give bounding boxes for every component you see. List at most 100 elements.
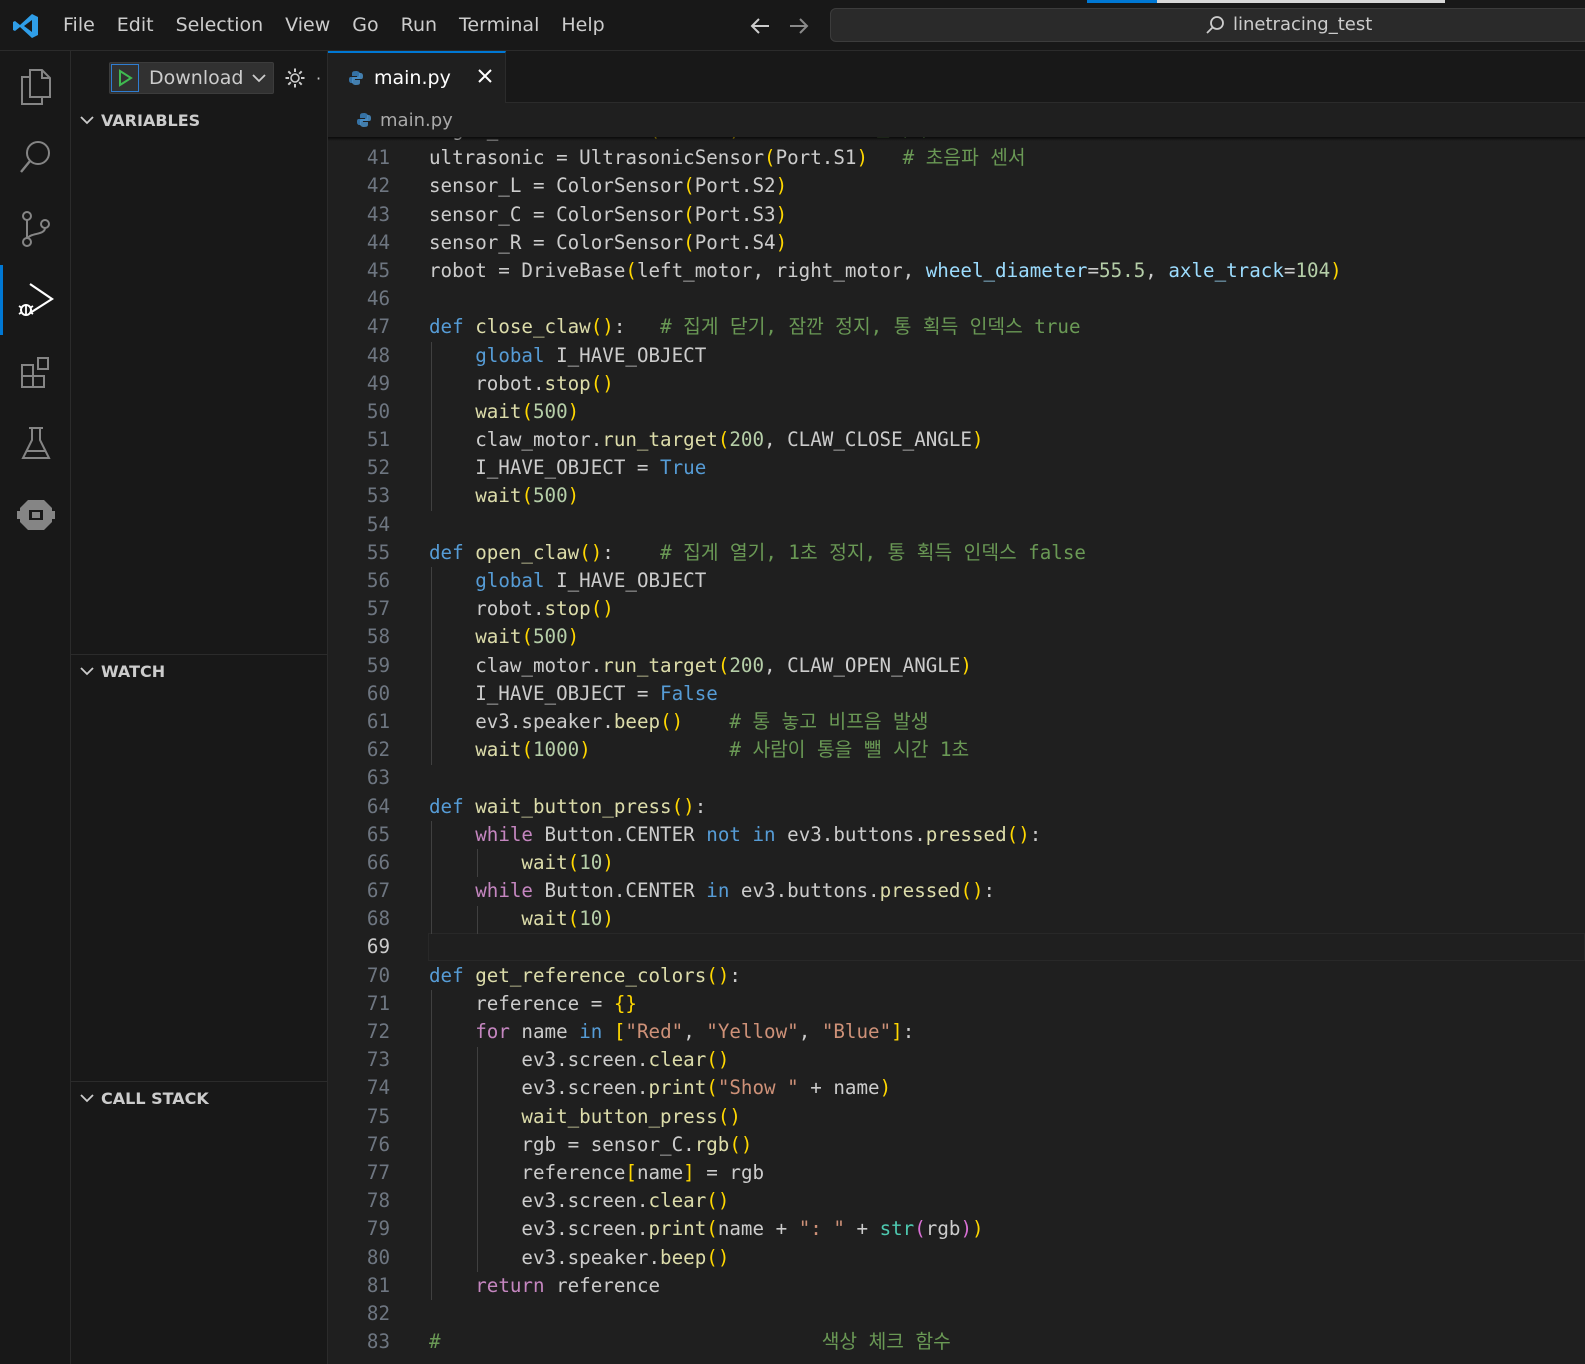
tab-main-py[interactable]: main.py bbox=[328, 51, 506, 103]
code-token: ) bbox=[602, 850, 614, 874]
ev3-brick-icon[interactable] bbox=[0, 485, 71, 545]
code-text: reference = {} bbox=[429, 990, 637, 1018]
line-number: 80 bbox=[366, 1245, 390, 1269]
code-text: ev3.screen.print("Show " + name) bbox=[429, 1074, 891, 1102]
code-text: wait(1000) # 사람이 통을 뺄 시간 1초 bbox=[429, 736, 969, 764]
menu-go[interactable]: Go bbox=[341, 0, 389, 51]
close-icon[interactable] bbox=[474, 65, 496, 87]
code-token: wheel_diameter bbox=[925, 258, 1088, 282]
source-control-icon[interactable] bbox=[0, 199, 71, 259]
command-center-search[interactable]: linetracing_test bbox=[830, 8, 1585, 42]
code-token: ) bbox=[960, 653, 972, 677]
code-token: : bbox=[613, 315, 626, 339]
menu-file[interactable]: File bbox=[52, 0, 106, 51]
code-token: ev3.screen. bbox=[429, 1189, 649, 1213]
code-token: , CLAW_CLOSE_ANGLE bbox=[764, 428, 972, 452]
run-and-debug-icon[interactable] bbox=[0, 270, 71, 330]
code-editor[interactable]: 40right_motor = Motor(Port.C) # 오른바퀴41ul… bbox=[328, 137, 1585, 1364]
code-text: ev3.speaker.beep() # 통 놓고 비프음 발생 bbox=[429, 708, 928, 736]
code-text: sensor_R = ColorSensor(Port.S4) bbox=[429, 229, 787, 257]
code-token: : bbox=[983, 879, 996, 903]
code-token: global bbox=[475, 569, 545, 592]
code-text: def wait_button_press(): bbox=[429, 793, 706, 821]
code-token: I_HAVE_OBJECT bbox=[544, 343, 707, 367]
code-token: () bbox=[671, 794, 695, 818]
code-line: 47 def close_claw(): # 집게 닫기, 잠깐 정지, 통 획득… bbox=[328, 313, 1585, 341]
code-text: wait(10) bbox=[429, 849, 614, 877]
forward-arrow-icon[interactable] bbox=[787, 15, 811, 37]
code-token: Port.S3 bbox=[694, 202, 776, 226]
line-number: 70 bbox=[366, 963, 390, 987]
menu-help[interactable]: Help bbox=[550, 0, 615, 51]
code-line: 64 def wait_button_press(): bbox=[328, 793, 1585, 821]
more-actions-icon[interactable]: · bbox=[316, 69, 321, 88]
code-line: 65 while Button.CENTER not in ev3.button… bbox=[328, 821, 1585, 849]
code-token: pressed bbox=[925, 822, 1007, 846]
line-number: 63 bbox=[366, 766, 390, 790]
back-arrow-icon[interactable] bbox=[748, 15, 772, 37]
code-token: name bbox=[509, 1020, 580, 1043]
code-token: claw_motor. bbox=[429, 653, 603, 677]
code-text: claw_motor.run_target(200, CLAW_CLOSE_AN… bbox=[429, 426, 984, 454]
code-line: 49 robot.stop() bbox=[328, 370, 1585, 398]
code-token: ( bbox=[717, 653, 730, 677]
code-token: stop bbox=[544, 371, 591, 395]
run-configuration-dropdown[interactable]: Download bbox=[109, 62, 274, 94]
start-debugging-button[interactable] bbox=[111, 64, 139, 92]
code-line: 60 I_HAVE_OBJECT = False bbox=[328, 680, 1585, 708]
code-token: reference bbox=[544, 1273, 661, 1297]
code-token: # 집게 닫기, 잠깐 정지, 통 획득 인덱스 true bbox=[625, 315, 1081, 339]
code-token: ( bbox=[521, 399, 533, 423]
menu-selection[interactable]: Selection bbox=[165, 0, 275, 51]
code-text: ev3.screen.clear() bbox=[429, 1046, 729, 1074]
code-token: name + bbox=[717, 1217, 799, 1241]
menu-terminal[interactable]: Terminal bbox=[448, 0, 550, 51]
code-line: 67 while Button.CENTER in ev3.buttons.pr… bbox=[328, 877, 1585, 905]
code-token: ) bbox=[972, 1217, 984, 1241]
extensions-icon[interactable] bbox=[0, 343, 71, 403]
code-line: 42 sensor_L = ColorSensor(Port.S2) bbox=[328, 172, 1585, 200]
section-divider bbox=[71, 1081, 327, 1082]
line-number: 58 bbox=[366, 625, 390, 649]
code-line: 79 ev3.screen.print(name + ": " + str(rg… bbox=[328, 1215, 1585, 1243]
code-token: left_motor, right_motor, bbox=[636, 258, 926, 282]
code-token: open_claw bbox=[475, 540, 580, 564]
code-text: return reference bbox=[429, 1272, 660, 1300]
code-text: sensor_C = ColorSensor(Port.S3) bbox=[429, 201, 787, 229]
search-icon[interactable] bbox=[0, 128, 71, 188]
code-token: "Yellow" bbox=[706, 1020, 799, 1043]
gear-icon[interactable] bbox=[284, 67, 306, 89]
explorer-icon[interactable] bbox=[0, 57, 71, 117]
code-token: ev3.screen. bbox=[429, 1076, 649, 1100]
menu-view[interactable]: View bbox=[274, 0, 341, 51]
code-token: wait bbox=[521, 850, 568, 874]
code-token: # 집게 열기, 1초 정지, 통 획득 인덱스 false bbox=[613, 540, 1086, 564]
code-token: wait bbox=[475, 625, 522, 649]
code-line: 44 sensor_R = ColorSensor(Port.S4) bbox=[328, 229, 1585, 257]
code-token: def bbox=[429, 315, 476, 339]
code-line: 53 wait(500) bbox=[328, 482, 1585, 510]
call-stack-section-header[interactable]: CALL STACK bbox=[71, 1085, 327, 1111]
testing-flask-icon[interactable] bbox=[0, 414, 71, 474]
code-token: close_claw bbox=[475, 315, 591, 339]
code-token: , bbox=[683, 1020, 707, 1043]
variables-section-header[interactable]: VARIABLES bbox=[71, 107, 327, 133]
code-token: : bbox=[729, 963, 741, 987]
code-line: 72 for name in ["Red", "Yellow", "Blue"]… bbox=[328, 1018, 1585, 1046]
code-token: pressed bbox=[879, 879, 961, 903]
vscode-logo-icon bbox=[13, 14, 38, 38]
code-token: ) bbox=[971, 428, 984, 452]
menu-run[interactable]: Run bbox=[390, 0, 448, 51]
code-text: I_HAVE_OBJECT = False bbox=[429, 680, 718, 708]
code-line: 63 bbox=[328, 764, 1585, 792]
code-token: ] bbox=[891, 1020, 903, 1043]
code-token: ( bbox=[683, 174, 695, 198]
watch-section-header[interactable]: WATCH bbox=[71, 658, 327, 684]
menu-edit[interactable]: Edit bbox=[106, 0, 165, 51]
code-token: stop bbox=[544, 597, 591, 621]
code-line: 82 bbox=[328, 1300, 1585, 1328]
code-token: ) bbox=[775, 202, 788, 226]
breadcrumb-file[interactable]: main.py bbox=[380, 110, 453, 131]
